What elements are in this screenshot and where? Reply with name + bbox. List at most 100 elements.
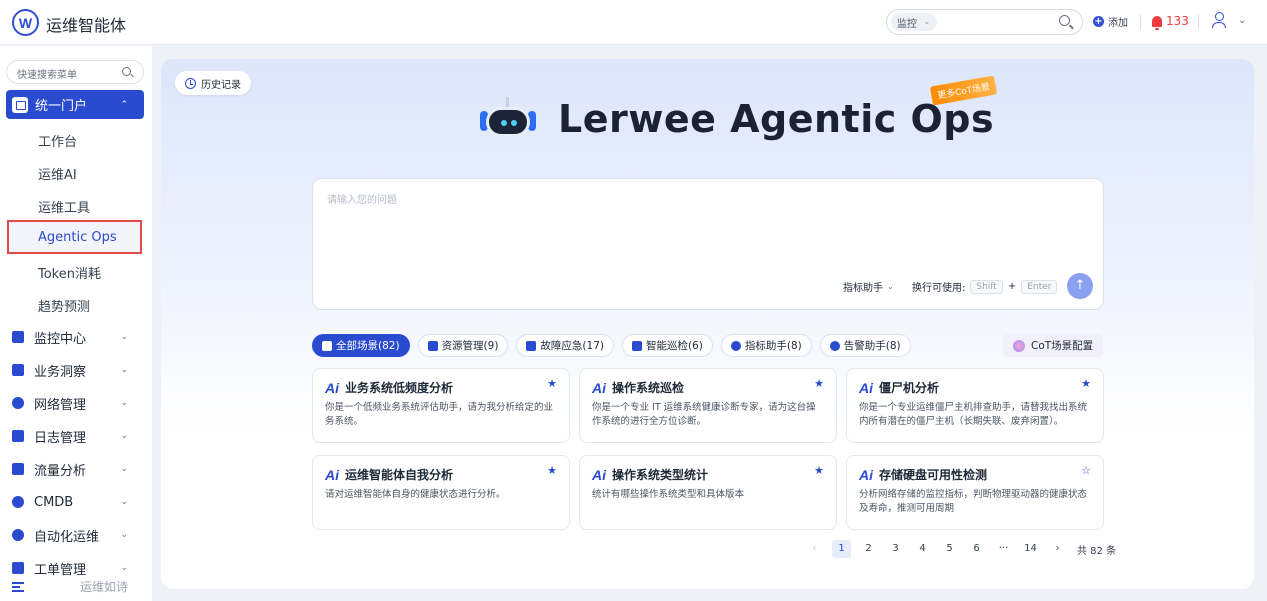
scenario-card[interactable]: Ai 僵尸机分析 ★ 你是一个专业运维僵尸主机排查助手，请替我找出系统内所有潜在的… <box>846 368 1104 443</box>
global-search[interactable]: 监控 ⌄ <box>886 9 1083 35</box>
star-filled-icon[interactable]: ★ <box>814 377 824 390</box>
sidebar-group-label: CMDB <box>34 494 74 510</box>
page-button[interactable]: 2 <box>855 540 882 558</box>
search-category-select[interactable]: 监控 ⌄ <box>891 13 937 31</box>
sidebar-group-tickets[interactable]: 工单管理 ⌄ <box>12 558 146 578</box>
send-button[interactable]: ↑ <box>1067 273 1093 299</box>
star-filled-icon[interactable]: ★ <box>547 377 557 390</box>
scenario-card[interactable]: Ai 存储硬盘可用性检测 ☆ 分析网络存储的监控指标，判断物理驱动器的健康状态及寿… <box>846 455 1104 530</box>
chevron-down-icon: ⌄ <box>120 398 128 408</box>
page-button[interactable]: 14 <box>1017 540 1044 558</box>
search-category-label: 监控 <box>897 18 917 30</box>
page-button[interactable]: 6 <box>963 540 990 558</box>
card-desc: 请对运维智能体自身的健康状态进行分析。 <box>325 489 506 500</box>
page-button[interactable]: 3 <box>882 540 909 558</box>
page-button[interactable]: 5 <box>936 540 963 558</box>
sidebar-item-ops-tools[interactable]: 运维工具 <box>38 197 90 216</box>
gear-icon <box>12 529 24 541</box>
card-desc: 分析网络存储的监控指标，判断物理驱动器的健康状态及寿命，推测可用周期 <box>859 489 1088 514</box>
tab-resource[interactable]: 资源管理(9) <box>417 334 509 357</box>
sidebar-group-automation[interactable]: 自动化运维 ⌄ <box>12 525 146 545</box>
menu-search-input[interactable]: 快速搜索菜单 <box>6 60 144 84</box>
pagination: ‹ 1 2 3 4 5 6 ··· 14 › 共 82 条 <box>801 540 1116 558</box>
cot-config-button[interactable]: CoT场景配置 <box>1003 334 1104 357</box>
page-button[interactable]: 4 <box>909 540 936 558</box>
alert-button[interactable]: 133 <box>1152 14 1189 30</box>
star-filled-icon[interactable]: ★ <box>1081 377 1091 390</box>
sidebar-group-label: 业务洞察 <box>34 364 87 380</box>
tab-label: 故障应急(17) <box>540 340 604 352</box>
tools-icon <box>526 340 537 351</box>
scenario-card[interactable]: Ai 操作系统巡检 ★ 你是一个专业 IT 运维系统健康诊断专家，请为这台操作系统… <box>579 368 837 443</box>
menu-search-placeholder: 快速搜索菜单 <box>17 70 77 81</box>
plus-icon: + <box>1093 16 1104 27</box>
tab-all[interactable]: 全部场景(82) <box>312 334 410 357</box>
ai-icon: Ai <box>325 466 339 483</box>
user-icon <box>1212 11 1226 29</box>
sidebar-item-ops-ai[interactable]: 运维AI <box>38 164 77 183</box>
tab-label: 告警助手(8) <box>843 340 901 352</box>
sidebar-item-agentic-ops[interactable]: Agentic Ops <box>7 220 142 254</box>
scenario-card[interactable]: Ai 操作系统类型统计 ★ 统计有哪些操作系统类型和具体版本 <box>579 455 837 530</box>
cube-icon <box>12 496 24 508</box>
sidebar-group-label: 流量分析 <box>34 463 87 479</box>
chevron-up-icon: ⌃ <box>120 99 128 110</box>
chevron-down-icon: ⌄ <box>120 563 128 573</box>
page-ellipsis[interactable]: ··· <box>990 540 1017 558</box>
card-desc: 你是一个专业 IT 运维系统健康诊断专家，请为这台操作系统的进行全方位诊断。 <box>592 402 816 427</box>
monitor-icon <box>12 331 24 343</box>
card-desc: 你是一个低频业务系统评估助手，请为我分析给定的业务系统。 <box>325 402 554 427</box>
card-desc: 统计有哪些操作系统类型和具体版本 <box>592 489 745 500</box>
ai-icon: Ai <box>859 466 873 483</box>
globe-icon <box>12 397 24 409</box>
add-label: 添加 <box>1108 18 1128 29</box>
next-page-button[interactable]: › <box>1044 540 1071 558</box>
tab-incident[interactable]: 故障应急(17) <box>516 334 614 357</box>
star-outline-icon[interactable]: ☆ <box>1081 464 1091 477</box>
question-input[interactable] <box>327 191 1087 251</box>
sidebar-item-workbench[interactable]: 工作台 <box>38 131 77 150</box>
sidebar-footer: 运维如诗 <box>12 578 128 595</box>
chevron-down-icon: ⌄ <box>120 332 128 342</box>
hero: Lerwee Agentic Ops <box>478 97 994 141</box>
sidebar-group-network[interactable]: 网络管理 ⌄ <box>12 393 146 413</box>
sidebar-group-cmdb[interactable]: CMDB ⌄ <box>12 492 146 512</box>
sidebar-item-trend-forecast[interactable]: 趋势预测 <box>38 296 90 315</box>
robot-icon <box>478 97 538 141</box>
divider <box>1140 15 1141 29</box>
sidebar-group-logs[interactable]: 日志管理 ⌄ <box>12 426 146 446</box>
chart-icon <box>12 463 24 475</box>
assistant-select-label: 指标助手 <box>843 283 883 294</box>
history-button[interactable]: 历史记录 <box>175 71 251 95</box>
collapse-menu-icon[interactable] <box>12 581 24 592</box>
star-filled-icon[interactable]: ★ <box>814 464 824 477</box>
sidebar-group-monitoring[interactable]: 监控中心 ⌄ <box>12 327 146 347</box>
sidebar-group-business-insight[interactable]: 业务洞察 ⌄ <box>12 360 146 380</box>
sidebar-group-portal[interactable]: 统一门户 ⌃ <box>6 90 144 119</box>
prev-page-button[interactable]: ‹ <box>801 540 828 558</box>
search-icon[interactable] <box>1059 15 1070 26</box>
star-filled-icon[interactable]: ★ <box>547 464 557 477</box>
scenario-card[interactable]: Ai 业务系统低频度分析 ★ 你是一个低频业务系统评估助手，请为我分析给定的业务系… <box>312 368 570 443</box>
sidebar-item-token-usage[interactable]: Token消耗 <box>38 263 101 282</box>
total-count: 共 82 条 <box>1077 545 1117 557</box>
sidebar-group-traffic[interactable]: 流量分析 ⌄ <box>12 459 146 479</box>
scenario-card[interactable]: Ai 运维智能体自我分析 ★ 请对运维智能体自身的健康状态进行分析。 <box>312 455 570 530</box>
top-bar: W 运维智能体 监控 ⌄ + 添加 133 ⌄ <box>0 0 1267 45</box>
inspect-icon <box>632 340 642 351</box>
card-title: 操作系统类型统计 <box>612 468 709 482</box>
tab-alerts[interactable]: 告警助手(8) <box>819 334 911 357</box>
logo-icon[interactable]: W <box>12 9 39 36</box>
tab-metrics[interactable]: 指标助手(8) <box>720 334 812 357</box>
shift-key: Shift <box>970 279 1003 294</box>
user-menu[interactable]: ⌄ <box>1212 11 1246 29</box>
chevron-down-icon: ⌄ <box>120 431 128 441</box>
newline-hint: 换行可使用: Shift + Enter <box>912 279 1058 294</box>
page-button[interactable]: 1 <box>832 540 851 558</box>
hero-title: Lerwee Agentic Ops <box>558 97 995 141</box>
add-button[interactable]: + 添加 <box>1093 14 1128 29</box>
app-title: 运维智能体 <box>46 16 127 35</box>
assistant-select[interactable]: 指标助手 ⌄ <box>843 279 894 294</box>
history-label: 历史记录 <box>201 79 241 91</box>
tab-inspection[interactable]: 智能巡检(6) <box>622 334 713 357</box>
